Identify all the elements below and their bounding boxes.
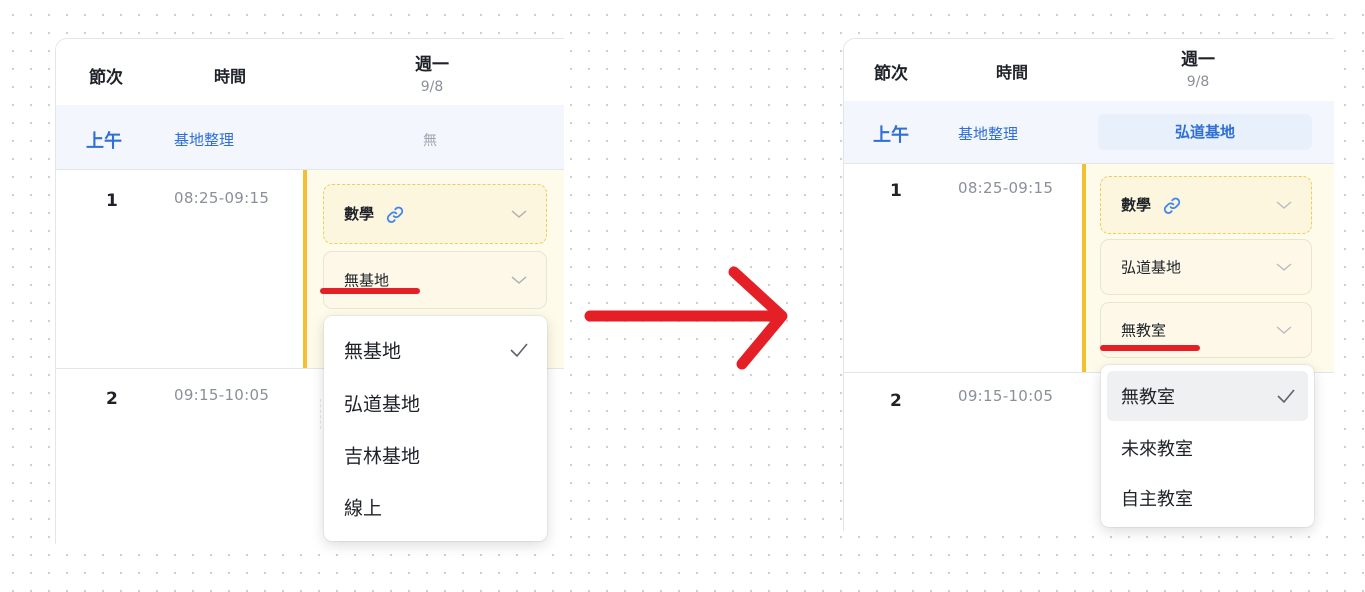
base-dropdown-menu: 無基地 弘道基地 吉林基地 線上 bbox=[324, 316, 547, 541]
menu-option[interactable]: 弘道基地 bbox=[330, 377, 541, 429]
classroom-value: 無教室 bbox=[1121, 321, 1167, 340]
check-icon bbox=[1277, 389, 1295, 404]
period-number: 2 bbox=[890, 391, 902, 411]
menu-option[interactable]: 未來教室 bbox=[1107, 423, 1308, 473]
subject-select[interactable]: 數學 bbox=[1100, 176, 1312, 234]
chevron-down-icon bbox=[1276, 201, 1292, 209]
header-period: 節次 bbox=[89, 68, 123, 88]
chevron-down-icon bbox=[511, 276, 527, 284]
link-icon bbox=[387, 206, 404, 223]
menu-option[interactable]: 自主教室 bbox=[1107, 473, 1308, 523]
base-arrange-link[interactable]: 基地整理 bbox=[958, 123, 1018, 144]
period-time: 09:15-10:05 bbox=[958, 387, 1054, 405]
classroom-dropdown-menu: 無教室 未來教室 自主教室 bbox=[1101, 365, 1314, 527]
subject-select[interactable]: 數學 bbox=[323, 184, 547, 244]
header-date: 9/8 bbox=[420, 79, 444, 95]
subject-value: 數學 bbox=[344, 204, 375, 223]
period-time: 09:15-10:05 bbox=[174, 386, 270, 404]
table-header: 節次 時間 週一 9/8 bbox=[56, 39, 564, 105]
header-day: 週一 bbox=[415, 55, 449, 75]
base-select[interactable]: 無基地 bbox=[323, 251, 547, 309]
morning-base-value[interactable]: 無 bbox=[423, 130, 437, 150]
base-select[interactable]: 弘道基地 bbox=[1100, 239, 1312, 295]
menu-option[interactable]: 吉林基地 bbox=[330, 429, 541, 481]
chevron-down-icon bbox=[511, 210, 527, 218]
slot-accent-bar bbox=[1082, 164, 1086, 372]
chevron-down-icon bbox=[1276, 326, 1292, 334]
period-time: 08:25-09:15 bbox=[174, 189, 270, 207]
menu-option[interactable]: 無教室 bbox=[1107, 371, 1308, 421]
slot-accent-bar bbox=[303, 170, 307, 368]
morning-row: 上午 基地整理 弘道基地 bbox=[844, 101, 1334, 163]
subject-value: 數學 bbox=[1121, 195, 1152, 214]
menu-option[interactable]: 無基地 bbox=[330, 324, 541, 376]
base-value: 弘道基地 bbox=[1121, 258, 1182, 277]
header-day: 週一 bbox=[1181, 50, 1215, 70]
chevron-down-icon bbox=[1276, 263, 1292, 271]
period-number: 2 bbox=[106, 389, 118, 409]
red-arrow-icon bbox=[584, 266, 788, 370]
period-time: 08:25-09:15 bbox=[958, 179, 1054, 197]
check-icon bbox=[510, 343, 528, 358]
period-number: 1 bbox=[106, 191, 118, 211]
morning-label: 上午 bbox=[86, 131, 122, 152]
red-underline-annotation bbox=[320, 288, 420, 294]
morning-base-chip[interactable]: 弘道基地 bbox=[1098, 114, 1312, 150]
link-icon bbox=[1164, 197, 1181, 214]
morning-row: 上午 基地整理 無 bbox=[56, 105, 564, 169]
period-number: 1 bbox=[890, 181, 902, 201]
header-time: 時間 bbox=[214, 67, 247, 86]
morning-label: 上午 bbox=[873, 125, 909, 146]
menu-option[interactable]: 線上 bbox=[330, 481, 541, 533]
base-arrange-link[interactable]: 基地整理 bbox=[174, 129, 234, 150]
header-period: 節次 bbox=[874, 64, 908, 84]
table-header: 節次 時間 週一 9/8 bbox=[844, 39, 1334, 101]
red-underline-annotation bbox=[1100, 345, 1200, 351]
header-time: 時間 bbox=[996, 63, 1029, 82]
header-date: 9/8 bbox=[1186, 74, 1210, 90]
